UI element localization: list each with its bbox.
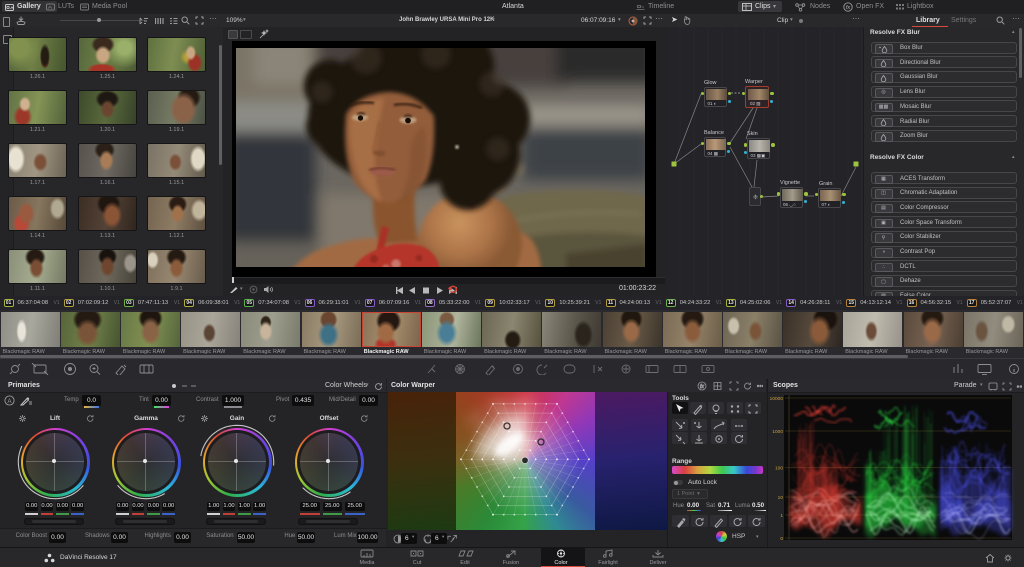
- svg-text:0: 0: [780, 536, 783, 542]
- svg-text:1: 1: [780, 513, 783, 519]
- svg-text:A: A: [7, 399, 11, 405]
- svg-text:10000: 10000: [770, 396, 784, 402]
- svg-text:1000: 1000: [772, 429, 783, 435]
- svg-text:10: 10: [778, 495, 784, 501]
- svg-text:fx: fx: [846, 5, 851, 11]
- svg-text:100: 100: [775, 465, 783, 471]
- svg-text:fx: fx: [700, 384, 704, 390]
